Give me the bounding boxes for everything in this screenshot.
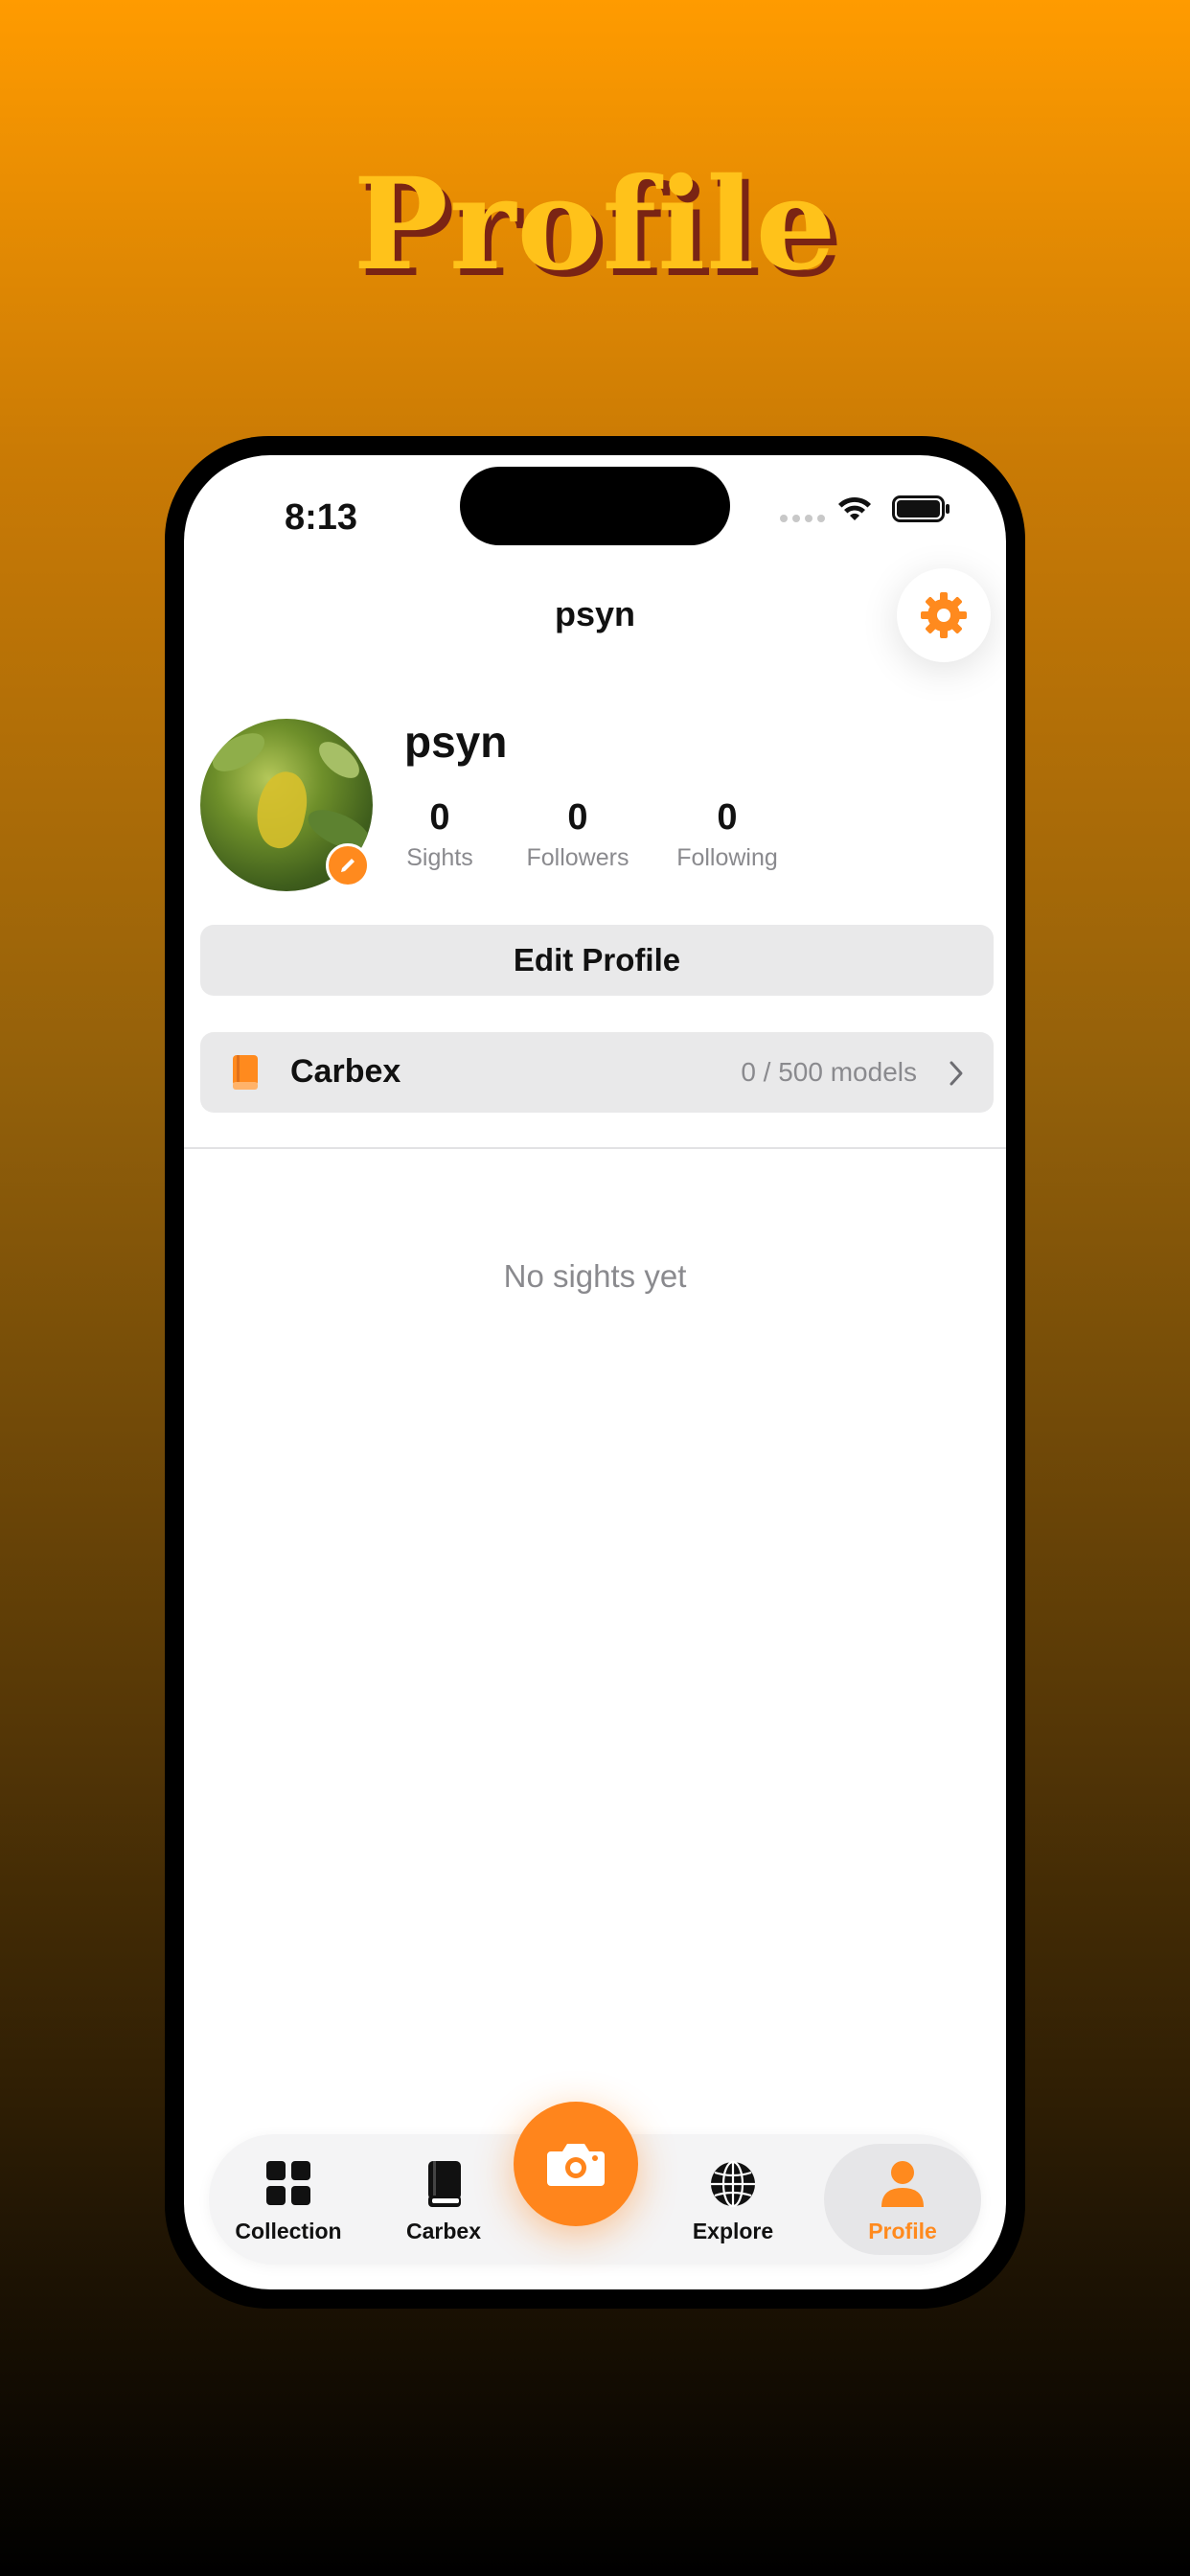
battery-icon [892, 495, 950, 522]
status-time: 8:13 [285, 497, 358, 538]
carbex-label: Carbex [290, 1053, 401, 1090]
promo-title: Profile [353, 150, 837, 299]
tab-explore[interactable]: Explore [661, 2134, 805, 2265]
tab-label: Explore [692, 2219, 774, 2243]
tab-label: Carbex [406, 2219, 481, 2243]
chevron-right-icon [950, 1061, 963, 1086]
tab-label: Profile [868, 2219, 937, 2243]
dynamic-island [460, 467, 730, 545]
edit-avatar-button[interactable] [326, 843, 370, 887]
tab-label: Collection [235, 2219, 342, 2243]
tab-collection[interactable]: Collection [209, 2134, 368, 2265]
grid-icon [266, 2161, 310, 2205]
camera-button[interactable] [514, 2102, 638, 2226]
phone-frame: 8:13 psyn psyn 0 Sights 0 Followers 0 Fo… [165, 436, 1025, 2309]
stat-followers[interactable]: 0 Followers [515, 795, 640, 874]
carbex-row[interactable]: Carbex 0 / 500 models [200, 1032, 994, 1113]
person-icon [881, 2161, 924, 2207]
nav-title: psyn [554, 594, 636, 633]
app-screen: 8:13 psyn psyn 0 Sights 0 Followers 0 Fo… [184, 455, 1006, 2289]
book-icon [428, 2161, 461, 2207]
stat-label: Followers [526, 844, 629, 871]
stat-following[interactable]: 0 Following [665, 795, 790, 874]
stat-sights[interactable]: 0 Sights [397, 795, 483, 874]
camera-icon [547, 2144, 605, 2186]
tab-profile[interactable]: Profile [824, 2134, 981, 2265]
globe-icon [711, 2160, 755, 2208]
cellular-signal-icon [780, 515, 825, 522]
pencil-icon [341, 859, 355, 872]
stat-label: Sights [406, 844, 473, 871]
section-divider [184, 1147, 1006, 1149]
stat-label: Following [676, 844, 778, 871]
stat-value: 0 [567, 797, 588, 838]
settings-button[interactable] [897, 568, 991, 662]
stat-value: 0 [429, 797, 450, 838]
tab-carbex[interactable]: Carbex [381, 2134, 506, 2265]
empty-state-message: No sights yet [503, 1258, 687, 1294]
gear-icon [921, 592, 967, 638]
wifi-icon [838, 496, 871, 520]
carbex-count: 0 / 500 models [741, 1057, 917, 1087]
profile-username: psyn [404, 717, 508, 767]
edit-profile-button[interactable]: Edit Profile [200, 925, 994, 996]
stat-value: 0 [717, 797, 738, 838]
book-icon [233, 1055, 258, 1090]
